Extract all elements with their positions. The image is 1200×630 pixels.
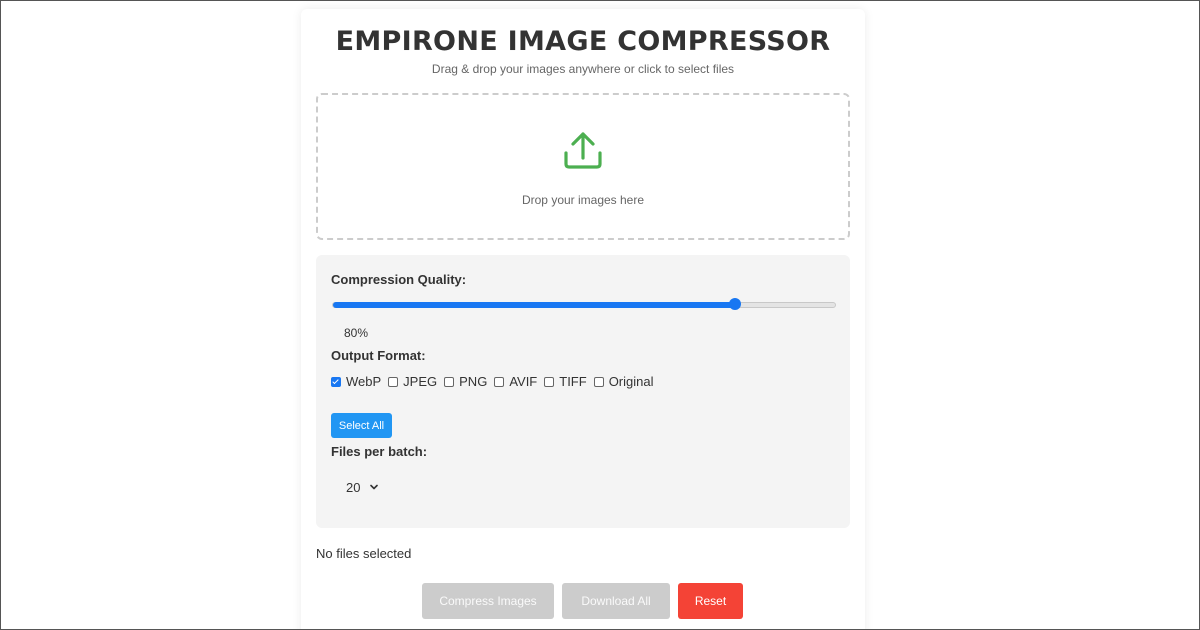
quality-label: Compression Quality: [331,272,467,287]
format-checkbox-avif[interactable] [494,376,505,387]
format-label-png: PNG [459,374,488,389]
format-checkbox-tiff[interactable] [544,376,555,387]
select-all-button[interactable]: Select All [331,413,392,438]
batch-size-value: 20 [346,479,361,495]
format-label-jpeg: JPEG [403,374,438,389]
reset-button[interactable]: Reset [678,583,743,619]
file-status: No files selected [316,546,412,561]
format-option-webp[interactable]: WebP [331,374,381,389]
quality-value: 80% [344,326,369,340]
quality-slider[interactable] [332,298,836,310]
format-label-original: Original [608,374,654,389]
format-label-avif: AVIF [509,374,538,389]
format-option-avif[interactable]: AVIF [494,374,537,389]
upload-icon [564,132,602,169]
quality-slider-thumb[interactable] [728,298,741,310]
compress-button[interactable]: Compress Images [422,583,554,619]
format-label: Output Format: [331,348,426,363]
page-subtitle: Drag & drop your images anywhere or clic… [431,62,735,76]
format-checkbox-jpeg[interactable] [388,376,399,387]
format-checkbox-webp[interactable] [331,376,341,387]
drop-zone-text: Drop your images here [521,193,645,207]
format-options: WebP JPEG PNG AVIF TIFF Original [331,374,660,389]
app-window: EMPIRONE IMAGE COMPRESSOR Drag & drop yo… [0,0,1200,630]
format-option-tiff[interactable]: TIFF [544,374,587,389]
download-all-button[interactable]: Download All [562,583,670,619]
format-label-webp: WebP [346,374,382,389]
format-option-png[interactable]: PNG [444,374,487,389]
compressor-card: EMPIRONE IMAGE COMPRESSOR Drag & drop yo… [301,9,865,629]
chevron-down-icon [370,484,379,490]
format-option-original[interactable]: Original [593,374,654,389]
format-checkbox-png[interactable] [444,376,455,387]
settings-panel: Compression Quality: 80% Output Format: … [316,255,850,528]
format-checkbox-original[interactable] [593,376,604,387]
format-label-tiff: TIFF [559,374,587,389]
drop-zone[interactable]: Drop your images here [316,93,850,240]
format-option-jpeg[interactable]: JPEG [388,374,437,389]
page-title: EMPIRONE IMAGE COMPRESSOR [335,26,831,57]
batch-size-select[interactable]: 20 [331,473,385,501]
quality-slider-fill [333,302,735,308]
batch-label: Files per batch: [331,444,428,459]
